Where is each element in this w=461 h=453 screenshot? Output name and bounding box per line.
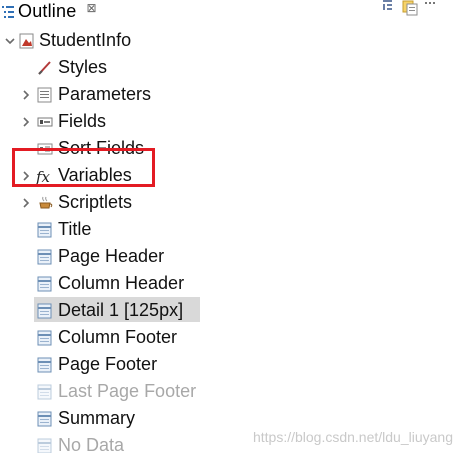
link-with-editor-icon[interactable]	[402, 0, 418, 16]
report-icon	[19, 33, 35, 49]
chevron-down-icon[interactable]	[4, 35, 16, 47]
tree-item-label: Column Footer	[58, 327, 178, 347]
tree-item-label: No Data	[58, 435, 125, 453]
tree-item-label: Detail 1 [125px]	[58, 300, 184, 320]
tree-item-label: Scriptlets	[58, 192, 133, 212]
tree-item-label: Page Header	[58, 246, 165, 266]
tree-item-label: Parameters	[58, 84, 152, 104]
tree-item-label: Fields	[58, 111, 107, 131]
tree-item-summary[interactable]: Summary	[0, 405, 461, 432]
band-icon	[37, 249, 53, 265]
tree-item-column-header[interactable]: Column Header	[0, 270, 461, 297]
band-icon	[37, 330, 53, 346]
tree-item-label: Summary	[58, 408, 136, 428]
chevron-right-icon[interactable]	[20, 89, 32, 101]
tree-item-detail-1[interactable]: Detail 1 [125px]	[0, 297, 461, 324]
tree-item-last-page-footer[interactable]: Last Page Footer	[0, 378, 461, 405]
view-menu-icon[interactable]	[423, 0, 437, 14]
outline-tab-title: Outline	[18, 0, 77, 21]
style-icon	[37, 60, 53, 76]
tree-item-label: Title	[58, 219, 92, 239]
outline-tree: StudentInfo Styles Parameters Fields Sor…	[0, 27, 461, 453]
band-icon	[37, 276, 53, 292]
tree-item-label: Styles	[58, 57, 108, 77]
band-icon	[37, 384, 53, 400]
tree-root-row[interactable]: StudentInfo	[0, 27, 461, 54]
tree-item-label: Page Footer	[58, 354, 158, 374]
outline-tab[interactable]: Outline ⊠	[0, 0, 97, 22]
chevron-right-icon[interactable]	[20, 116, 32, 128]
scriptlets-icon	[37, 195, 53, 211]
outline-view: Outline ⊠ StudentInfo Styles Parameters …	[0, 0, 461, 453]
tree-item-styles[interactable]: Styles	[0, 54, 461, 81]
annotation-highlight-box	[12, 148, 155, 187]
tree-item-scriptlets[interactable]: Scriptlets	[0, 189, 461, 216]
tree-item-page-footer[interactable]: Page Footer	[0, 351, 461, 378]
band-icon	[37, 222, 53, 238]
tree-item-page-header[interactable]: Page Header	[0, 243, 461, 270]
watermark-text: https://blog.csdn.net/ldu_liuyang	[252, 429, 453, 445]
tree-item-parameters[interactable]: Parameters	[0, 81, 461, 108]
chevron-right-icon[interactable]	[20, 197, 32, 209]
parameters-icon	[37, 87, 53, 103]
tree-root-label: StudentInfo	[39, 30, 132, 50]
outline-view-icon	[2, 4, 14, 18]
band-icon	[37, 438, 53, 453]
outline-tab-bar: Outline ⊠	[0, 0, 461, 22]
tree-item-label: Column Header	[58, 273, 185, 293]
band-icon	[37, 303, 53, 319]
fields-icon	[37, 114, 53, 130]
tree-item-title[interactable]: Title	[0, 216, 461, 243]
tree-item-fields[interactable]: Fields	[0, 108, 461, 135]
close-icon[interactable]: ⊠	[86, 1, 96, 15]
band-icon	[37, 357, 53, 373]
collapse-all-icon[interactable]	[381, 0, 395, 14]
band-icon	[37, 411, 53, 427]
tree-item-label: Last Page Footer	[58, 381, 197, 401]
tree-item-column-footer[interactable]: Column Footer	[0, 324, 461, 351]
